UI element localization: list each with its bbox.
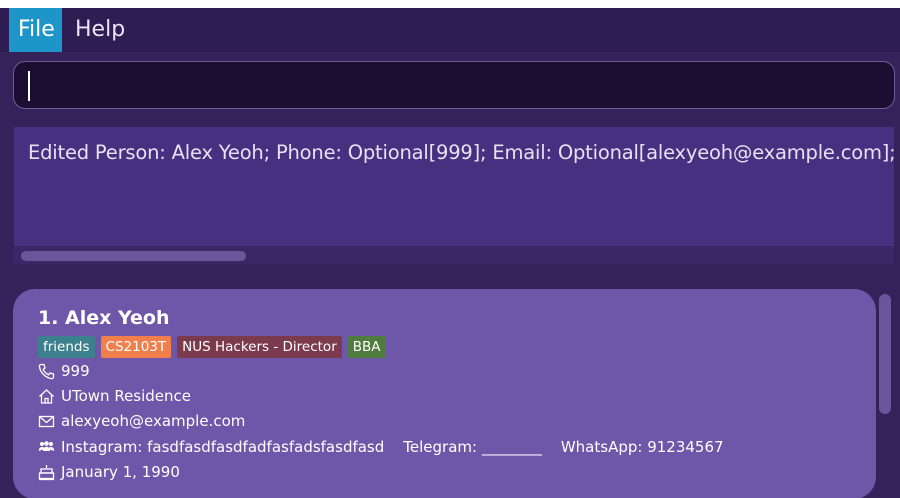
result-message: Edited Person: Alex Yeoh; Phone: Optiona…: [28, 141, 894, 164]
app-window: File Help Edited Person: Alex Yeoh; Phon…: [0, 8, 900, 498]
socials-row: Instagram: fasdfasdfasdfadfasfadsfasdfas…: [38, 437, 724, 457]
command-input[interactable]: [26, 68, 876, 102]
email-value: alexyeoh@example.com: [61, 412, 246, 430]
address-row: UTown Residence: [38, 386, 191, 406]
instagram-value: Instagram: fasdfasdfasdfadfasfadsfasdfas…: [61, 438, 385, 456]
envelope-icon: [38, 413, 55, 430]
text-caret: [28, 71, 30, 101]
menu-help[interactable]: Help: [66, 8, 134, 52]
home-icon: [38, 388, 55, 405]
menu-file[interactable]: File: [9, 8, 62, 52]
result-display: Edited Person: Alex Yeoh; Phone: Optiona…: [0, 122, 900, 274]
social-handles: Instagram: fasdfasdfasdfadfasfadsfasdfas…: [61, 438, 724, 456]
birthday-row: January 1, 1990: [38, 462, 180, 482]
phone-value: 999: [61, 362, 90, 380]
menu-bar: File Help: [0, 8, 900, 52]
person-card[interactable]: 1. Alex Yeoh friends CS2103T NUS Hackers…: [13, 289, 876, 498]
person-list: 1. Alex Yeoh friends CS2103T NUS Hackers…: [0, 278, 900, 498]
address-value: UTown Residence: [61, 387, 192, 405]
person-name: 1. Alex Yeoh: [38, 307, 170, 329]
result-text-area[interactable]: Edited Person: Alex Yeoh; Phone: Optiona…: [14, 127, 894, 246]
birthday-value: January 1, 1990: [61, 463, 180, 481]
tag-cs2103t: CS2103T: [100, 336, 172, 358]
tag-nus-hackers: NUS Hackers - Director: [177, 336, 342, 358]
list-scrollbar-thumb[interactable]: [879, 294, 891, 414]
phone-row: 999: [38, 361, 90, 381]
tag-bba: BBA: [347, 336, 386, 358]
command-box[interactable]: [13, 61, 895, 109]
cake-icon: [38, 464, 55, 481]
tag-friends: friends: [38, 336, 95, 358]
phone-icon: [38, 363, 55, 380]
tag-list: friends CS2103T NUS Hackers - Director B…: [38, 336, 386, 358]
result-scrollbar-thumb[interactable]: [21, 251, 246, 261]
result-horizontal-scrollbar[interactable]: [14, 246, 894, 264]
email-row: alexyeoh@example.com: [38, 411, 245, 431]
whatsapp-value: WhatsApp: 91234567: [560, 438, 724, 456]
telegram-value: Telegram: ________: [403, 438, 542, 456]
people-icon: [38, 439, 55, 456]
